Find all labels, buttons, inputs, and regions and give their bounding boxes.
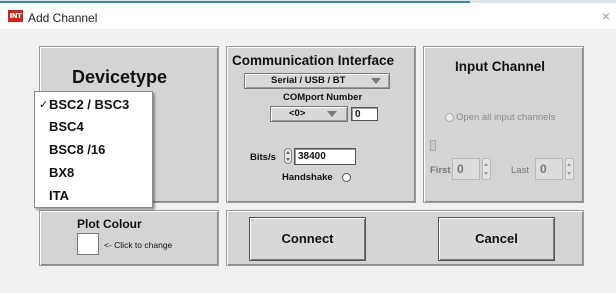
comport-select[interactable]: <0> <box>270 106 348 122</box>
menu-item-bsc2-bsc3[interactable]: ✓ BSC2 / BSC3 <box>35 94 152 116</box>
menu-item-ita[interactable]: ITA <box>35 185 152 207</box>
comport-label: COMport Number <box>283 92 363 103</box>
add-channel-window: INT Add Channel × Devicetype Communicati… <box>0 0 616 293</box>
cancel-button[interactable]: Cancel <box>438 217 555 261</box>
buttons-panel: Connect Cancel <box>226 210 584 266</box>
last-label: Last <box>511 165 529 176</box>
app-logo-icon: INT <box>8 10 23 22</box>
comport-number-field[interactable]: 0 <box>351 107 378 121</box>
menu-item-label: ITA <box>49 188 69 203</box>
last-channel-field[interactable]: 0 <box>535 158 563 180</box>
plot-colour-title: Plot Colour <box>77 217 142 231</box>
title-bar[interactable]: INT Add Channel × <box>0 3 616 29</box>
interface-select-value: Serial / USB / BT <box>271 75 346 86</box>
plot-colour-panel: Plot Colour <- Click to change <box>39 210 219 266</box>
bits-label: Bits/s <box>250 152 276 163</box>
input-channel-panel: Input Channel Open all input channels Fi… <box>423 46 584 203</box>
menu-item-label: BSC4 <box>49 119 84 134</box>
click-to-change-label: <- Click to change <box>104 240 173 250</box>
communication-interface-panel: Communication Interface Serial / USB / B… <box>226 46 416 203</box>
communication-interface-title: Communication Interface <box>232 53 395 68</box>
chevron-down-icon <box>327 111 337 117</box>
menu-item-bx8[interactable]: BX8 <box>35 162 152 184</box>
devicetype-title: Devicetype <box>72 67 168 87</box>
close-icon[interactable]: × <box>598 8 614 24</box>
first-channel-field[interactable]: 0 <box>452 158 480 180</box>
menu-item-label: BSC2 / BSC3 <box>49 97 130 112</box>
colour-swatch[interactable] <box>77 233 99 255</box>
checkmark-icon: ✓ <box>39 99 49 111</box>
window-title: Add Channel <box>28 11 98 25</box>
connect-button[interactable]: Connect <box>249 217 366 261</box>
open-all-label: Open all input channels <box>456 112 556 123</box>
open-all-radio[interactable] <box>445 113 454 122</box>
bits-spinner[interactable] <box>284 148 292 164</box>
bits-field[interactable]: 38400 <box>294 148 356 165</box>
input-channel-title: Input Channel <box>455 59 545 74</box>
menu-item-bsc4[interactable]: BSC4 <box>35 116 152 138</box>
first-label: First <box>430 165 451 176</box>
handshake-label: Handshake <box>282 172 333 183</box>
first-channel-spinner[interactable] <box>482 158 491 180</box>
status-indicator <box>430 140 436 151</box>
devicetype-dropdown-menu: ✓ BSC2 / BSC3 BSC4 BSC8 /16 BX8 ITA <box>34 91 153 208</box>
interface-select[interactable]: Serial / USB / BT <box>244 73 390 89</box>
chevron-down-icon <box>371 78 381 84</box>
last-channel-spinner[interactable] <box>565 158 574 180</box>
menu-item-label: BX8 <box>49 165 75 180</box>
handshake-radio[interactable] <box>342 173 351 182</box>
menu-item-bsc8-16[interactable]: BSC8 /16 <box>35 139 152 161</box>
menu-item-label: BSC8 /16 <box>49 142 106 157</box>
comport-select-value: <0> <box>289 108 306 119</box>
